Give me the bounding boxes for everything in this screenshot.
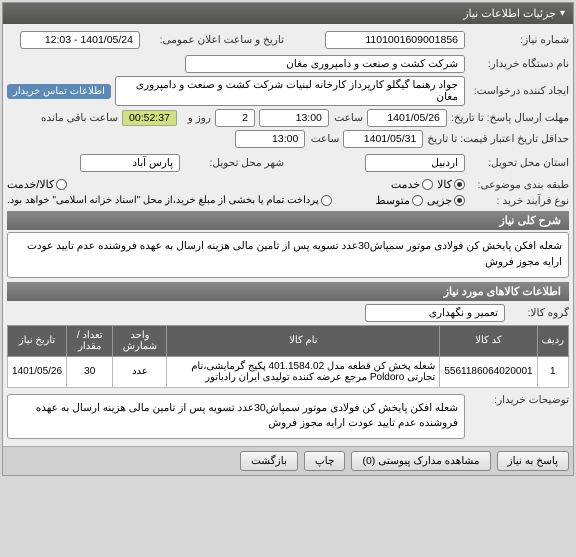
need-number: 1101001609001856	[325, 31, 465, 49]
payment-note: پرداخت تمام یا بخشی از مبلغ خرید،از محل …	[7, 195, 319, 206]
chevron-down-icon: ▾	[560, 8, 565, 19]
table-row[interactable]: 1 5561186064020001 شعله پخش کن قطعه مدل …	[8, 356, 569, 387]
col-qty: تعداد / مقدار	[67, 325, 113, 356]
creator-name: جواد رهنما گیگلو کارپرداز کارخانه لبنیات…	[115, 76, 465, 106]
radio-off-icon	[321, 195, 332, 206]
col-name: نام کالا	[167, 325, 440, 356]
buyer-notes: شعله افکن پایخش کن فولادی موتور سمپاش30ع…	[7, 394, 465, 440]
province: اردبیل	[365, 154, 465, 172]
province-label: استان محل تحویل:	[469, 157, 569, 169]
valid-until-label: حداقل تاریخ اعتبار قیمت: تا تاریخ	[427, 133, 569, 145]
time-label: ساعت	[333, 112, 363, 124]
col-row: ردیف	[537, 325, 568, 356]
countdown-timer: 00:52:37	[122, 110, 177, 126]
deadline-label: مهلت ارسال پاسخ: تا تاریخ:	[451, 112, 569, 124]
goods-radio[interactable]: کالا	[437, 178, 465, 191]
radio-on-icon	[454, 195, 465, 206]
city: پارس آباد	[80, 154, 180, 172]
panel-header[interactable]: ▾ جزئیات اطلاعات نیاز	[3, 3, 573, 24]
goods-group: تعمیر و نگهداری	[365, 304, 505, 322]
deadline-date: 1401/05/26	[367, 109, 447, 127]
buyer-label: نام دستگاه خریدار:	[469, 58, 569, 70]
panel-body: شماره نیاز: 1101001609001856 تاریخ و ساع…	[3, 24, 573, 446]
section-goods-info: اطلاعات کالاهای مورد نیاز	[7, 282, 569, 301]
col-date: تاریخ نیاز	[8, 325, 67, 356]
view-attachments-button[interactable]: مشاهده مدارک پیوستی (0)	[351, 451, 490, 471]
cell-qty: 30	[67, 356, 113, 387]
city-label: شهر محل تحویل:	[184, 157, 284, 169]
deadline-time: 13:00	[259, 109, 329, 127]
radio-off-icon	[422, 179, 433, 190]
col-unit: واحد شمارش	[113, 325, 167, 356]
service-label: خدمت	[391, 178, 420, 191]
announce-date-label: تاریخ و ساعت اعلان عمومی:	[144, 34, 284, 46]
category-label: طبقه بندی موضوعی:	[469, 179, 569, 191]
days-remaining: 2	[215, 109, 255, 127]
cell-row: 1	[537, 356, 568, 387]
goods-group-label: گروه کالا:	[509, 307, 569, 319]
radio-off-icon	[412, 195, 423, 206]
cell-code: 5561186064020001	[440, 356, 537, 387]
radio-off-icon	[56, 179, 67, 190]
process-type-label: نوع فرآیند خرید :	[469, 195, 569, 207]
time-label-2: ساعت	[309, 133, 339, 145]
back-button[interactable]: بازگشت	[240, 451, 298, 471]
day-label: روز و	[181, 112, 211, 124]
general-description: شعله افکن پایخش کن فولادی موتور سمپاش30ع…	[7, 232, 569, 278]
minor-label: جزیی	[427, 194, 452, 207]
col-code: کد کالا	[440, 325, 537, 356]
radio-on-icon	[454, 179, 465, 190]
panel-title: جزئیات اطلاعات نیاز	[463, 7, 556, 20]
announce-date: 1401/05/24 - 12:03	[20, 31, 140, 49]
service-radio[interactable]: خدمت	[391, 178, 433, 191]
action-bar: پاسخ به نیاز مشاهده مدارک پیوستی (0) چاپ…	[3, 446, 573, 475]
cell-unit: عدد	[113, 356, 167, 387]
buyer-notes-label: توضیحات خریدار:	[469, 394, 569, 406]
section-general-desc: شرح کلی نیاز	[7, 211, 569, 230]
creator-label: ایجاد کننده درخواست:	[469, 85, 569, 97]
medium-radio[interactable]: متوسط	[375, 194, 423, 207]
goods-service-radio[interactable]: کالا/خدمت	[7, 178, 67, 191]
treasury-payment-radio[interactable]: پرداخت تمام یا بخشی از مبلغ خرید،از محل …	[7, 195, 332, 206]
valid-time: 13:00	[235, 130, 305, 148]
cell-name: شعله پخش کن قطعه مدل 401.1584.02 پکیج گر…	[167, 356, 440, 387]
need-details-panel: ▾ جزئیات اطلاعات نیاز شماره نیاز: 110100…	[2, 2, 574, 476]
goods-table: ردیف کد کالا نام کالا واحد شمارش تعداد /…	[7, 325, 569, 388]
cell-date: 1401/05/26	[8, 356, 67, 387]
print-button[interactable]: چاپ	[304, 451, 346, 471]
valid-date: 1401/05/31	[343, 130, 423, 148]
buyer-contact-link[interactable]: اطلاعات تماس خریدار	[7, 84, 111, 99]
buyer-name: شرکت کشت و صنعت و دامپروری مغان	[185, 55, 465, 73]
need-number-label: شماره نیاز:	[469, 34, 569, 46]
goods-service-label: کالا/خدمت	[7, 178, 54, 191]
medium-label: متوسط	[375, 194, 410, 207]
reply-button[interactable]: پاسخ به نیاز	[497, 451, 569, 471]
table-header: ردیف کد کالا نام کالا واحد شمارش تعداد /…	[8, 325, 569, 356]
goods-label: کالا	[437, 178, 452, 191]
minor-radio[interactable]: جزیی	[427, 194, 465, 207]
remain-label: ساعت باقی مانده	[41, 112, 118, 124]
